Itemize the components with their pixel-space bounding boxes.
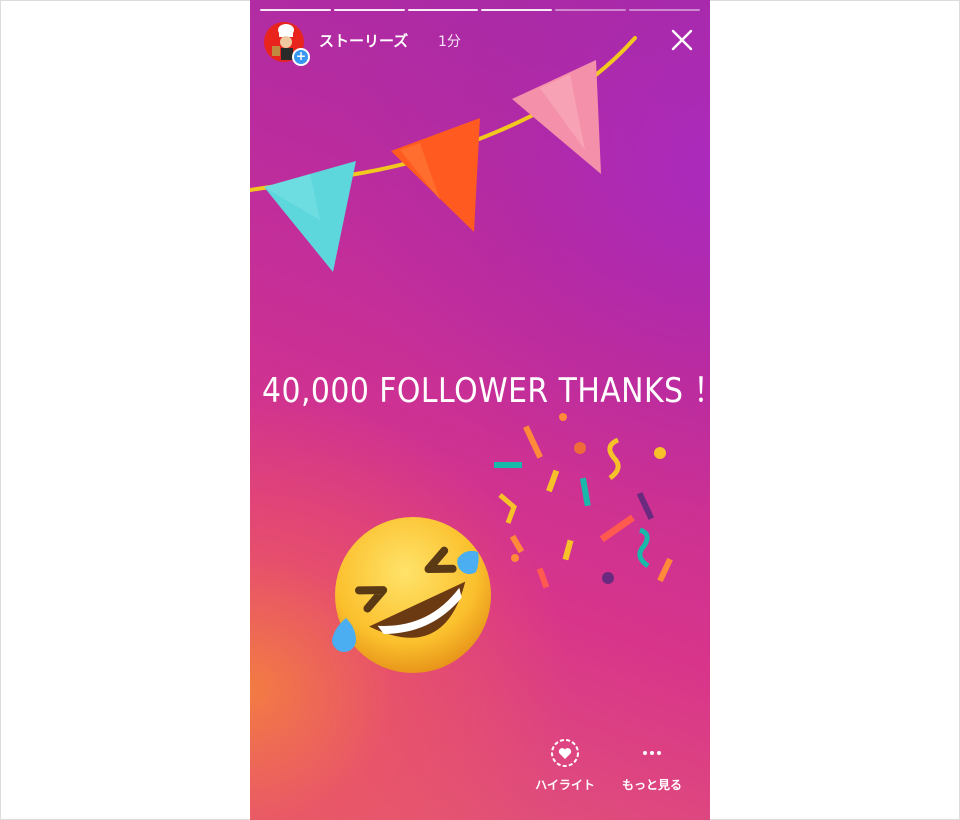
close-icon[interactable] <box>666 24 698 56</box>
confetti-sticker <box>494 413 673 589</box>
story-timestamp: 1分 <box>438 34 461 50</box>
story-header: + ストーリーズ 1分 <box>262 20 698 66</box>
more-dots-icon <box>643 751 661 755</box>
rolling-on-floor-laughing-emoji-sticker <box>332 517 491 673</box>
story-viewer[interactable]: + ストーリーズ 1分 40,000 FOLLOWER THANKS ！ ハイラ… <box>250 0 710 820</box>
highlight-label: ハイライト <box>535 778 595 792</box>
more-button[interactable]: もっと見る <box>616 738 688 793</box>
highlight-button[interactable]: ハイライト <box>534 738 596 793</box>
heart-circle-icon <box>551 739 579 767</box>
story-username[interactable]: ストーリーズ <box>319 30 408 51</box>
more-label: もっと見る <box>621 778 682 792</box>
add-story-badge[interactable]: + <box>292 48 310 66</box>
